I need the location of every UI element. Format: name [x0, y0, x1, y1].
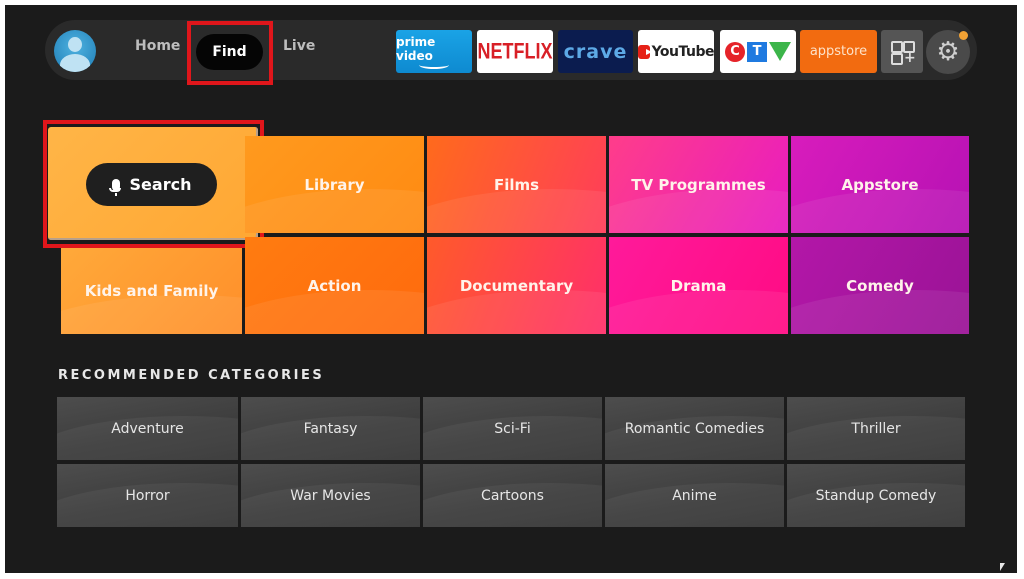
avatar-body-icon [60, 54, 90, 72]
rec-label: Anime [672, 487, 717, 504]
youtube-play-icon [638, 44, 652, 59]
rec-label: Sci-Fi [494, 420, 531, 437]
all-apps-button[interactable]: + [881, 30, 923, 73]
avatar-head-icon [68, 37, 82, 52]
rec-label: Romantic Comedies [624, 420, 765, 437]
prime-video-label: prime video [396, 34, 436, 63]
rec-anime[interactable]: Anime [605, 464, 784, 527]
category-kids-and-family[interactable]: Kids and Family [61, 248, 242, 334]
gear-icon: ⚙ [936, 37, 960, 67]
rec-war-movies[interactable]: War Movies [241, 464, 420, 527]
rec-label: Horror [125, 487, 170, 504]
rec-cartoons[interactable]: Cartoons [423, 464, 602, 527]
rec-romantic-comedies[interactable]: Romantic Comedies [605, 397, 784, 460]
rec-horror[interactable]: Horror [57, 464, 238, 527]
category-action[interactable]: Action [245, 237, 424, 334]
youtube-label: YouTube [651, 43, 715, 60]
rec-thriller[interactable]: Thriller [787, 397, 965, 460]
rec-label: War Movies [290, 487, 371, 504]
category-comedy[interactable]: Comedy [791, 237, 969, 334]
category-library[interactable]: Library [245, 136, 424, 233]
tile-wave-decoration [609, 290, 788, 334]
rec-fantasy[interactable]: Fantasy [241, 397, 420, 460]
notification-dot [959, 31, 968, 40]
category-label: Drama [670, 276, 727, 295]
recommended-categories-heading: RECOMMENDED CATEGORIES [58, 368, 325, 383]
app-netflix[interactable]: NETFLIX [477, 30, 553, 73]
appstore-label: appstore [809, 44, 868, 59]
rec-sci-fi[interactable]: Sci-Fi [423, 397, 602, 460]
rec-label: Standup Comedy [815, 487, 937, 504]
tile-wave-decoration [61, 295, 242, 334]
tile-wave-decoration [791, 290, 969, 334]
app-appstore[interactable]: appstore [800, 30, 877, 73]
tile-wave-decoration [427, 189, 606, 233]
tile-wave-decoration [609, 189, 788, 233]
rec-adventure[interactable]: Adventure [57, 397, 238, 460]
category-label: Action [307, 276, 362, 295]
category-label: Kids and Family [84, 282, 219, 300]
category-label: Films [493, 175, 540, 194]
ctv-c-icon: C [725, 41, 745, 62]
category-films[interactable]: Films [427, 136, 606, 233]
app-youtube[interactable]: YouTube [638, 30, 715, 73]
category-tv-programmes[interactable]: TV Programmes [609, 136, 788, 233]
app-prime-video[interactable]: prime video [396, 30, 472, 73]
profile-avatar[interactable] [54, 30, 96, 72]
category-label: Comedy [846, 276, 914, 295]
rec-label: Cartoons [481, 487, 544, 504]
nav-home[interactable]: Home [135, 38, 180, 54]
rec-label: Thriller [851, 420, 901, 437]
category-label: Library [304, 175, 365, 194]
search-label: Search [129, 175, 192, 194]
tile-wave-decoration [245, 290, 424, 334]
nav-live[interactable]: Live [283, 38, 315, 54]
amazon-smile-icon [419, 61, 449, 69]
ctv-v-icon [769, 42, 791, 61]
microphone-icon [108, 178, 121, 196]
search-button[interactable]: Search [86, 163, 217, 206]
category-appstore[interactable]: Appstore [791, 136, 969, 233]
tile-wave-decoration [427, 290, 606, 334]
ctv-t-icon: T [747, 41, 767, 62]
nav-find[interactable]: Find [196, 34, 263, 70]
rec-label: Adventure [111, 420, 184, 437]
category-drama[interactable]: Drama [609, 237, 788, 334]
crave-label: crave [563, 40, 628, 63]
category-label: Appstore [841, 175, 919, 194]
netflix-label: NETFLIX [477, 38, 553, 64]
category-label: TV Programmes [631, 175, 766, 194]
tile-wave-decoration [245, 189, 424, 233]
rec-standup-comedy[interactable]: Standup Comedy [787, 464, 965, 527]
mouse-cursor-icon [1000, 563, 1005, 571]
category-label: Documentary [459, 276, 574, 295]
category-documentary[interactable]: Documentary [427, 237, 606, 334]
rec-label: Fantasy [303, 420, 358, 437]
apps-grid-plus-icon: + [891, 40, 916, 65]
app-crave[interactable]: crave [558, 30, 633, 73]
app-ctv[interactable]: C T [720, 30, 796, 73]
tile-wave-decoration [791, 189, 969, 233]
